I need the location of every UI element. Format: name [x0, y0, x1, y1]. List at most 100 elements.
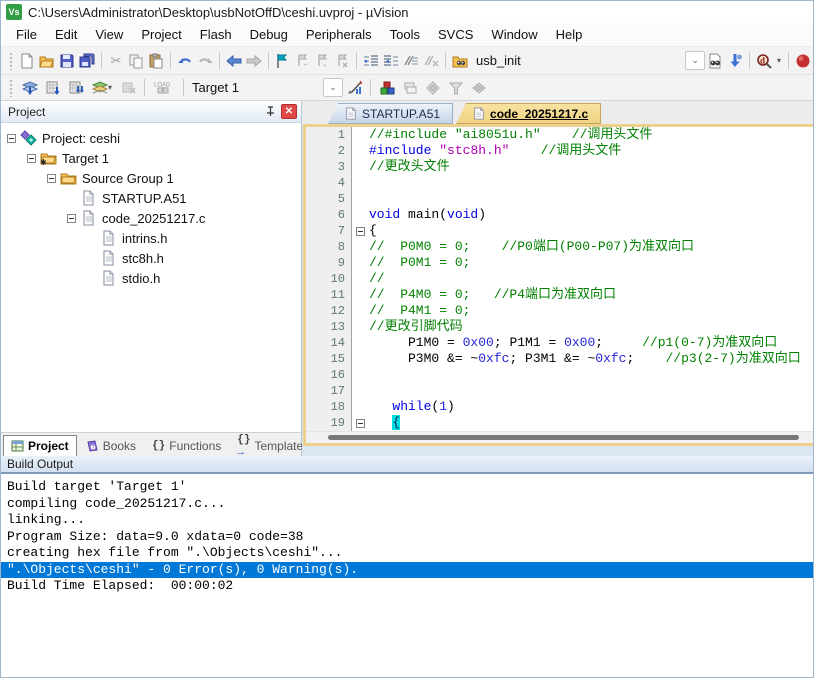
code-line: 10// [306, 271, 813, 287]
build-output-line[interactable]: Program Size: data=9.0 xdata=0 code=38 [1, 529, 813, 546]
bookmark-previous-button[interactable] [292, 50, 312, 72]
fold-marker-icon[interactable] [352, 223, 369, 239]
menu-file[interactable]: File [7, 24, 46, 45]
manage-components-button[interactable] [375, 77, 398, 99]
find-in-files-button[interactable] [450, 50, 470, 72]
copy-button[interactable] [126, 50, 146, 72]
search-combo[interactable]: usb_init ⌄ [470, 51, 705, 70]
build-output-line[interactable]: compiling code_20251217.c... [1, 496, 813, 513]
horizontal-scrollbar-thumb[interactable] [328, 435, 799, 440]
redo-button[interactable] [195, 50, 215, 72]
toolbar-separator [183, 79, 184, 96]
build-button[interactable] [41, 77, 64, 99]
options-for-target-button[interactable] [343, 77, 366, 99]
fold-marker-icon[interactable] [352, 415, 369, 431]
paste-button[interactable] [146, 50, 166, 72]
tree-expander-icon[interactable] [67, 214, 76, 223]
stop-build-button[interactable] [117, 77, 140, 99]
translate-button[interactable] [18, 77, 41, 99]
new-file-button[interactable] [17, 50, 37, 72]
run-button[interactable] [793, 50, 813, 72]
fold-margin [352, 127, 369, 143]
templates-tab-icon: {}→ [237, 433, 250, 459]
save-button[interactable] [57, 50, 77, 72]
close-panel-icon[interactable]: ✕ [281, 104, 297, 119]
bookmark-clear-all-button[interactable] [332, 50, 352, 72]
indent-button[interactable] [361, 50, 381, 72]
cascade-windows-button[interactable] [398, 77, 421, 99]
target-select-dropdown[interactable]: ⌄ [323, 78, 343, 97]
pin-icon[interactable] [262, 104, 278, 119]
lookup-dropdown[interactable]: ▾ [774, 50, 784, 72]
project-panel: Project ✕ Project: ceshi✱Target 1Source … [1, 101, 302, 456]
tree-expander-icon[interactable] [27, 154, 36, 163]
tree-expander-icon[interactable] [47, 174, 56, 183]
target-select-value[interactable]: Target 1 [188, 80, 323, 95]
build-output-line-selected[interactable]: ".\Objects\ceshi" - 0 Error(s), 0 Warnin… [1, 562, 813, 579]
target-select-combo[interactable]: Target 1 ⌄ [188, 78, 343, 97]
horizontal-scrollbar[interactable] [306, 431, 813, 443]
panel-tab-project[interactable]: Project [3, 435, 77, 456]
search-combo-value[interactable]: usb_init [470, 53, 685, 68]
panel-tab-functions[interactable]: {}Functions [145, 435, 228, 456]
navigate-back-button[interactable] [224, 50, 244, 72]
toolbar-grip[interactable] [9, 79, 14, 97]
tree-item-stc8h-h[interactable]: stc8h.h [1, 248, 301, 268]
tree-item-source-group-1[interactable]: Source Group 1 [1, 168, 301, 188]
code-text: //更改头文件 [369, 159, 450, 175]
menu-peripherals[interactable]: Peripherals [297, 24, 381, 45]
bookmark-toggle-button[interactable] [273, 50, 293, 72]
cut-button[interactable]: ✂ [106, 50, 126, 72]
menu-flash[interactable]: Flash [191, 24, 241, 45]
menu-tools[interactable]: Tools [381, 24, 429, 45]
tree-expander-icon[interactable] [7, 134, 16, 143]
tree-item-stdio-h[interactable]: stdio.h [1, 268, 301, 288]
tree-item-code-20251217-c[interactable]: code_20251217.c [1, 208, 301, 228]
menu-edit[interactable]: Edit [46, 24, 86, 45]
navigate-forward-button[interactable] [244, 50, 264, 72]
flag-diamond-button[interactable] [421, 77, 444, 99]
batch-build-button[interactable]: ▾ [87, 77, 117, 99]
menu-help[interactable]: Help [547, 24, 592, 45]
code-text: P3M0 &= ~0xfc; P3M1 &= ~0xfc; //p3(2-7)为… [369, 351, 801, 367]
fold-margin [352, 351, 369, 367]
incremental-find-button[interactable] [725, 50, 745, 72]
find-in-files-doc-button[interactable] [705, 50, 725, 72]
build-output-line[interactable]: Build target 'Target 1' [1, 479, 813, 496]
line-number: 14 [306, 335, 352, 351]
lookup-button[interactable]: d [754, 50, 774, 72]
tree-item-intrins-h[interactable]: intrins.h [1, 228, 301, 248]
menu-project[interactable]: Project [132, 24, 190, 45]
unindent-button[interactable] [381, 50, 401, 72]
funnel-button[interactable] [444, 77, 467, 99]
tree-item-startup-a51[interactable]: STARTUP.A51 [1, 188, 301, 208]
toolbar-separator [370, 79, 371, 96]
undo-button[interactable] [175, 50, 195, 72]
build-output-line[interactable]: creating hex file from ".\Objects\ceshi"… [1, 545, 813, 562]
download-button[interactable]: LOAD [149, 77, 179, 99]
build-output-line[interactable]: linking... [1, 512, 813, 529]
menu-view[interactable]: View [86, 24, 132, 45]
bookmark-next-button[interactable] [312, 50, 332, 72]
save-all-button[interactable] [77, 50, 97, 72]
comment-button[interactable] [401, 50, 421, 72]
mesh-button[interactable] [467, 77, 490, 99]
code-editor[interactable]: 1//#include "ai8051u.h" //调用头文件2#include… [306, 127, 813, 431]
document-tab-code-20251217-c[interactable]: code_20251217.c [456, 103, 601, 124]
toolbar-grip[interactable] [9, 52, 13, 70]
toolbar-separator [219, 52, 220, 69]
open-file-button[interactable] [37, 50, 57, 72]
menu-window[interactable]: Window [482, 24, 546, 45]
uncomment-button[interactable] [421, 50, 441, 72]
tree-item-target-1[interactable]: ✱Target 1 [1, 148, 301, 168]
search-combo-dropdown[interactable]: ⌄ [685, 51, 705, 70]
menu-svcs[interactable]: SVCS [429, 24, 482, 45]
editor-frame: 1//#include "ai8051u.h" //调用头文件2#include… [303, 124, 813, 446]
books-tab-icon: ? [86, 440, 99, 452]
document-tab-startup-a51[interactable]: STARTUP.A51 [328, 103, 453, 124]
panel-tab-books[interactable]: ?Books [79, 435, 143, 456]
menu-debug[interactable]: Debug [241, 24, 297, 45]
build-output-line[interactable]: Build Time Elapsed: 00:00:02 [1, 578, 813, 595]
rebuild-button[interactable] [64, 77, 87, 99]
tree-item-project-ceshi[interactable]: Project: ceshi [1, 128, 301, 148]
